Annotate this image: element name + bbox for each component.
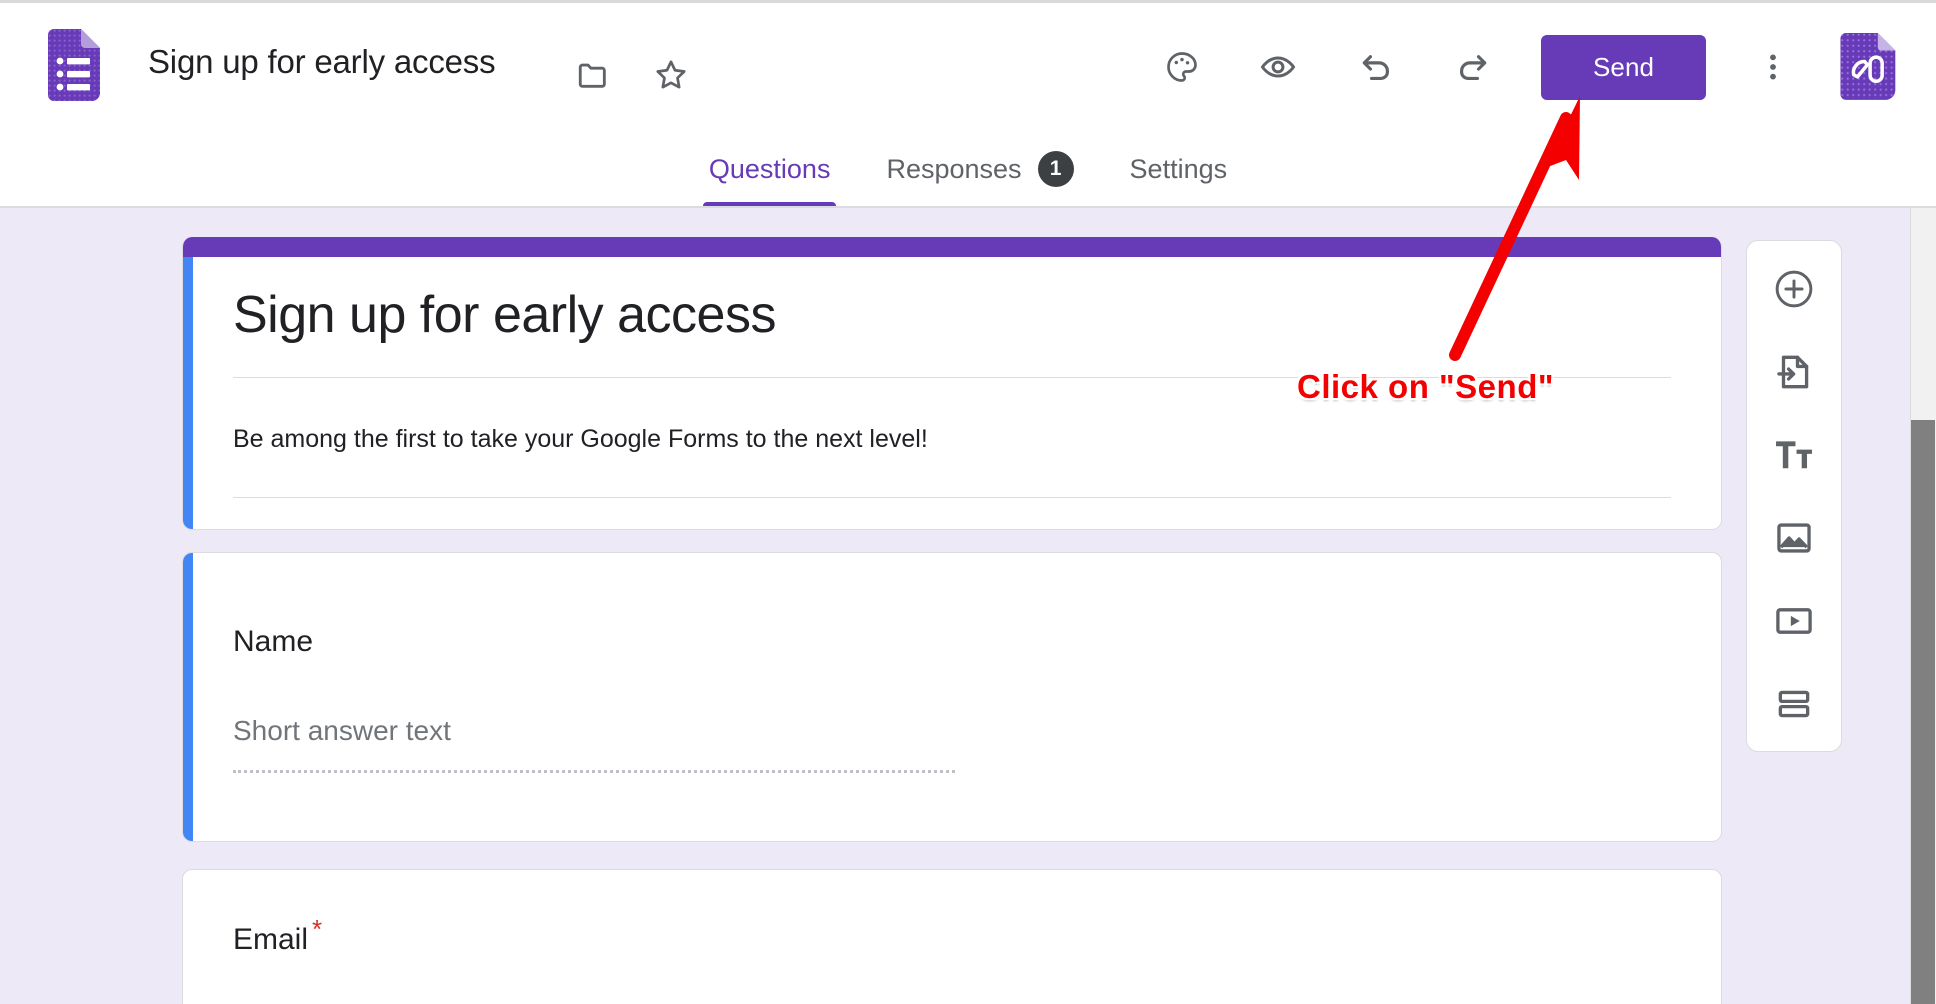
star-icon (653, 57, 689, 96)
question-card-name[interactable]: Name Short answer text (182, 552, 1722, 842)
question-label[interactable]: Name (233, 625, 313, 659)
add-video-icon (1773, 600, 1815, 645)
tab-responses[interactable]: Responses 1 (858, 130, 1101, 208)
tab-settings[interactable]: Settings (1102, 130, 1256, 208)
add-video-button[interactable] (1765, 593, 1823, 651)
form-title[interactable]: Sign up for early access (233, 285, 776, 345)
short-answer-placeholder: Short answer text (233, 715, 451, 746)
add-image-button[interactable] (1765, 510, 1823, 568)
tab-questions[interactable]: Questions (681, 130, 859, 208)
more-options-button[interactable] (1746, 41, 1800, 95)
add-question-button[interactable] (1765, 261, 1823, 319)
more-vert-icon (1756, 50, 1790, 87)
tab-questions-label: Questions (708, 153, 831, 184)
redo-button[interactable] (1446, 41, 1500, 95)
move-to-folder-button[interactable] (566, 49, 620, 103)
add-section-button[interactable] (1765, 676, 1823, 734)
question-label-text: Email (233, 923, 309, 956)
form-description-underline (233, 497, 1671, 498)
account-avatar-icon (1840, 32, 1898, 104)
short-answer-underline (233, 770, 955, 773)
app-header: Sign up for early access Send (0, 3, 1936, 130)
tab-settings-label: Settings (1129, 153, 1228, 184)
required-asterisk: * (312, 914, 323, 944)
add-title-icon (1772, 433, 1816, 480)
eye-icon (1259, 48, 1297, 89)
form-selected-accent (183, 257, 193, 529)
add-question-icon (1772, 267, 1816, 314)
vertical-scrollbar-thumb[interactable] (1911, 420, 1935, 1004)
palette-icon (1164, 49, 1200, 88)
undo-icon (1357, 48, 1395, 89)
add-section-icon (1773, 683, 1815, 728)
question-card-email[interactable]: Email * (182, 869, 1722, 1004)
import-questions-icon (1773, 351, 1815, 396)
undo-button[interactable] (1349, 41, 1403, 95)
document-title[interactable]: Sign up for early access (148, 43, 496, 81)
star-button[interactable] (644, 49, 698, 103)
responses-count-badge: 1 (1037, 151, 1074, 187)
google-forms-editor: Sign up for early access Send Questions … (0, 0, 1936, 1004)
form-theme-strip (183, 237, 1721, 257)
vertical-scrollbar-track[interactable] (1910, 208, 1936, 1004)
editor-tabs: Questions Responses 1 Settings (0, 130, 1936, 208)
question-accent-strip (183, 553, 193, 841)
redo-icon (1454, 48, 1492, 89)
add-image-icon (1773, 517, 1815, 562)
google-forms-logo (48, 29, 100, 101)
customize-theme-button[interactable] (1155, 41, 1209, 95)
import-questions-button[interactable] (1765, 344, 1823, 402)
send-button[interactable]: Send (1541, 35, 1706, 100)
form-description[interactable]: Be among the first to take your Google F… (233, 425, 928, 454)
folder-icon (576, 58, 610, 95)
add-title-description-button[interactable] (1765, 427, 1823, 485)
form-header-card[interactable]: Sign up for early access Be among the fi… (182, 237, 1722, 530)
form-canvas: Sign up for early access Be among the fi… (0, 208, 1936, 1004)
question-label[interactable]: Email * (233, 914, 322, 957)
add-item-toolbar (1746, 240, 1842, 752)
form-title-underline (233, 377, 1671, 378)
preview-button[interactable] (1251, 41, 1305, 95)
tab-responses-label: Responses (886, 153, 1022, 184)
account-avatar-button[interactable] (1838, 32, 1900, 104)
